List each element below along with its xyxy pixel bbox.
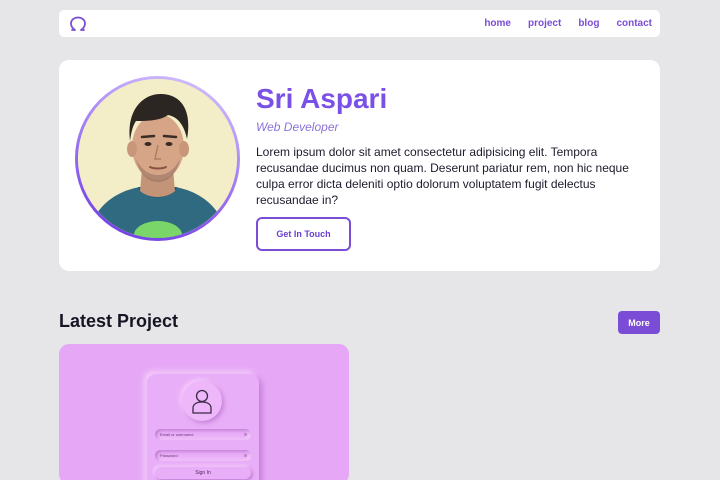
mock-password-field: Password ≡ (155, 450, 251, 461)
nav-link-blog[interactable]: blog (578, 18, 599, 29)
nav-link-home[interactable]: home (484, 18, 511, 29)
hero-text: Sri Aspari Web Developer Lorem ipsum dol… (256, 82, 631, 208)
nav-link-contact[interactable]: contact (616, 18, 652, 29)
top-navbar: home project blog contact (59, 10, 660, 37)
omega-logo-icon[interactable] (69, 15, 87, 33)
nav-link-project[interactable]: project (528, 18, 561, 29)
menu-icon: ≡ (244, 431, 247, 438)
hero-card: Sri Aspari Web Developer Lorem ipsum dol… (59, 60, 660, 271)
nav-links: home project blog contact (467, 18, 652, 29)
mock-email-field: Email or username ≡ (155, 429, 251, 440)
section-title: Latest Project (59, 311, 179, 331)
profile-photo (78, 79, 237, 238)
login-mockup: Email or username ≡ Password ≡ Sign In (147, 374, 259, 480)
mock-signin-button: Sign In (155, 467, 251, 479)
menu-icon: ≡ (244, 452, 247, 459)
project-card[interactable]: Email or username ≡ Password ≡ Sign In (59, 344, 349, 480)
more-button[interactable]: More (618, 311, 660, 334)
avatar-ring (75, 76, 240, 241)
avatar (78, 79, 237, 238)
hero-role: Web Developer (256, 120, 339, 134)
mock-email-placeholder: Email or username (160, 432, 194, 437)
get-in-touch-button[interactable]: Get In Touch (256, 217, 351, 251)
user-icon (182, 381, 222, 421)
hero-description: Lorem ipsum dolor sit amet consectetur a… (256, 145, 629, 207)
hero-name: Sri Aspari (256, 83, 388, 114)
mock-password-placeholder: Password (160, 453, 178, 458)
